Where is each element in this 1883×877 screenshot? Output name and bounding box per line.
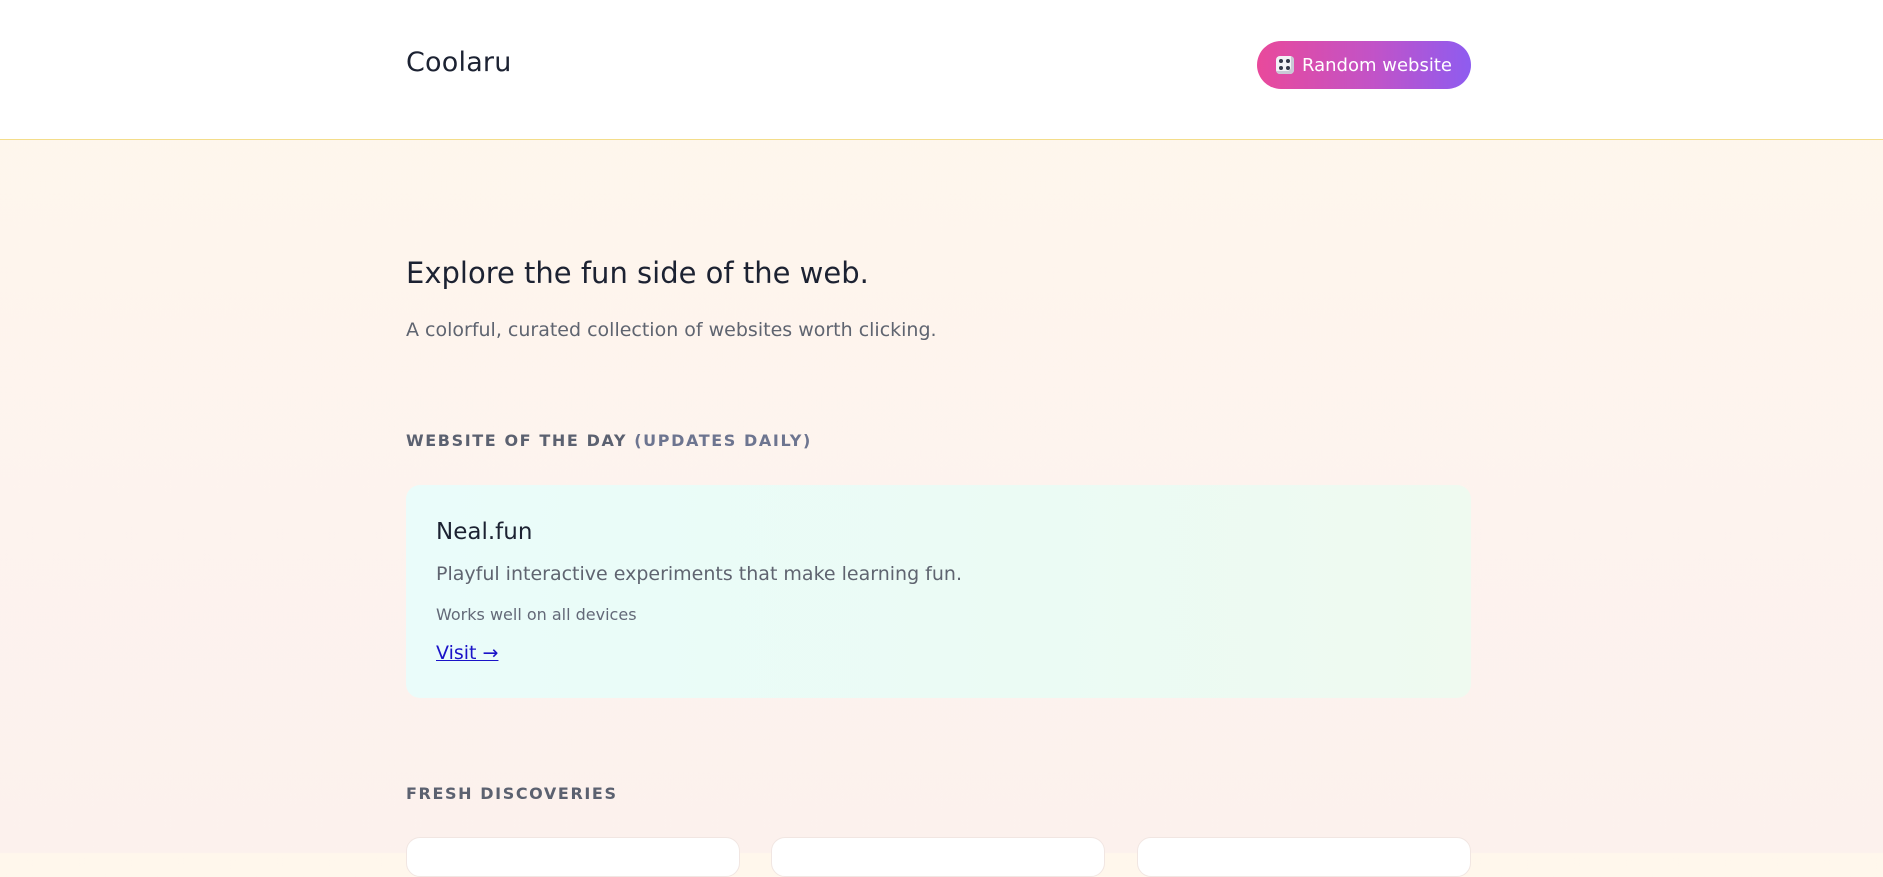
featured-site-card: Neal.fun Playful interactive experiments… — [406, 485, 1471, 698]
hero-title: Explore the fun side of the web. — [406, 256, 869, 290]
fresh-discoveries-heading: FRESH DISCOVERIES — [406, 784, 618, 803]
discovery-card[interactable] — [771, 837, 1105, 877]
featured-site-name: Neal.fun — [436, 519, 533, 545]
visit-link[interactable]: Visit → — [436, 642, 498, 664]
discovery-card[interactable] — [1137, 837, 1471, 877]
featured-site-compatibility: Works well on all devices — [436, 605, 637, 624]
hero-subtitle: A colorful, curated collection of websit… — [406, 319, 937, 341]
section-title: WEBSITE OF THE DAY — [406, 431, 628, 450]
random-website-button[interactable]: Random website — [1257, 41, 1471, 89]
section-note: (UPDATES DAILY) — [634, 431, 812, 450]
dice-icon — [1276, 56, 1294, 74]
discovery-card[interactable] — [406, 837, 740, 877]
website-of-the-day-heading: WEBSITE OF THE DAY (UPDATES DAILY) — [406, 431, 812, 450]
brand-logo[interactable]: Coolaru — [406, 47, 512, 78]
top-bar: Coolaru Random website — [0, 0, 1883, 140]
random-website-label: Random website — [1302, 54, 1452, 76]
featured-site-description: Playful interactive experiments that mak… — [436, 563, 962, 585]
